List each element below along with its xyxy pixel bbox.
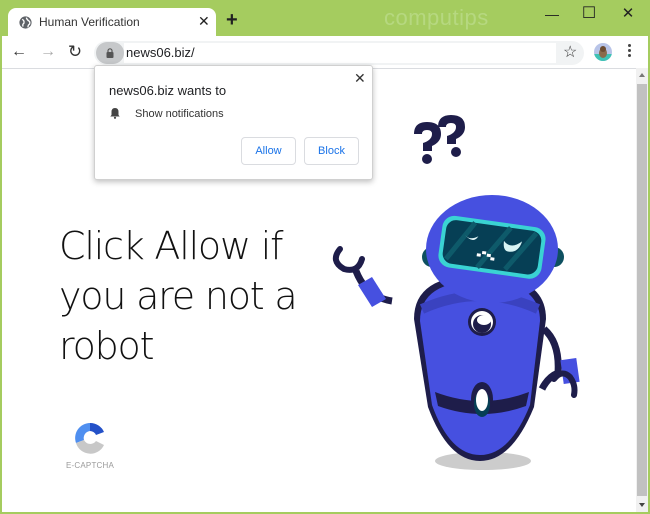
permission-text: Show notifications	[135, 108, 224, 120]
omnibox: ☆	[94, 41, 584, 65]
tab-title: Human Verification	[39, 15, 140, 29]
site-info-button[interactable]	[96, 42, 124, 64]
ecaptcha-label: E-CAPTCHA	[66, 461, 115, 470]
scrollbar-thumb[interactable]	[637, 84, 647, 496]
lock-icon	[106, 48, 114, 58]
bell-icon	[110, 108, 120, 119]
new-tab-button[interactable]: +	[226, 10, 238, 30]
popup-title: news06.biz wants to	[109, 83, 227, 98]
back-button[interactable]: ←	[10, 43, 28, 61]
scroll-down-arrow-icon[interactable]	[636, 498, 648, 512]
watermark-text: computips	[384, 5, 489, 30]
avatar-image-icon	[594, 46, 612, 61]
vertical-scrollbar[interactable]	[636, 68, 648, 512]
tab-human-verification[interactable]: Human Verification ✕	[8, 8, 216, 36]
globe-icon	[19, 16, 32, 29]
popup-close-button[interactable]: ✕	[354, 71, 366, 85]
notification-permission-popup: ✕ news06.biz wants to Show notifications…	[94, 65, 373, 180]
minimize-button[interactable]: —	[537, 4, 567, 24]
question-marks-icon	[414, 115, 465, 164]
reload-button[interactable]: ↻	[66, 43, 84, 61]
ecaptcha-logo-icon	[75, 422, 104, 454]
browser-menu-icon[interactable]	[626, 42, 632, 62]
profile-avatar[interactable]	[594, 43, 612, 61]
close-window-button[interactable]: ✕	[613, 4, 643, 24]
tab-close-button[interactable]: ✕	[198, 13, 210, 29]
bookmark-star-icon[interactable]: ☆	[563, 44, 577, 62]
headline-text: Click Allow if you are not a robot	[59, 224, 298, 368]
maximize-button[interactable]: ☐	[574, 4, 604, 24]
browser-window: Human Verification ✕ + computips — ☐ ✕ ←…	[0, 0, 650, 514]
scroll-up-arrow-icon[interactable]	[636, 68, 648, 82]
allow-button[interactable]: Allow	[241, 137, 296, 165]
block-button[interactable]: Block	[304, 137, 359, 165]
address-bar-input[interactable]	[124, 43, 556, 63]
forward-button[interactable]: →	[39, 43, 57, 61]
browser-toolbar: ← → ↻ ☆	[2, 36, 648, 68]
